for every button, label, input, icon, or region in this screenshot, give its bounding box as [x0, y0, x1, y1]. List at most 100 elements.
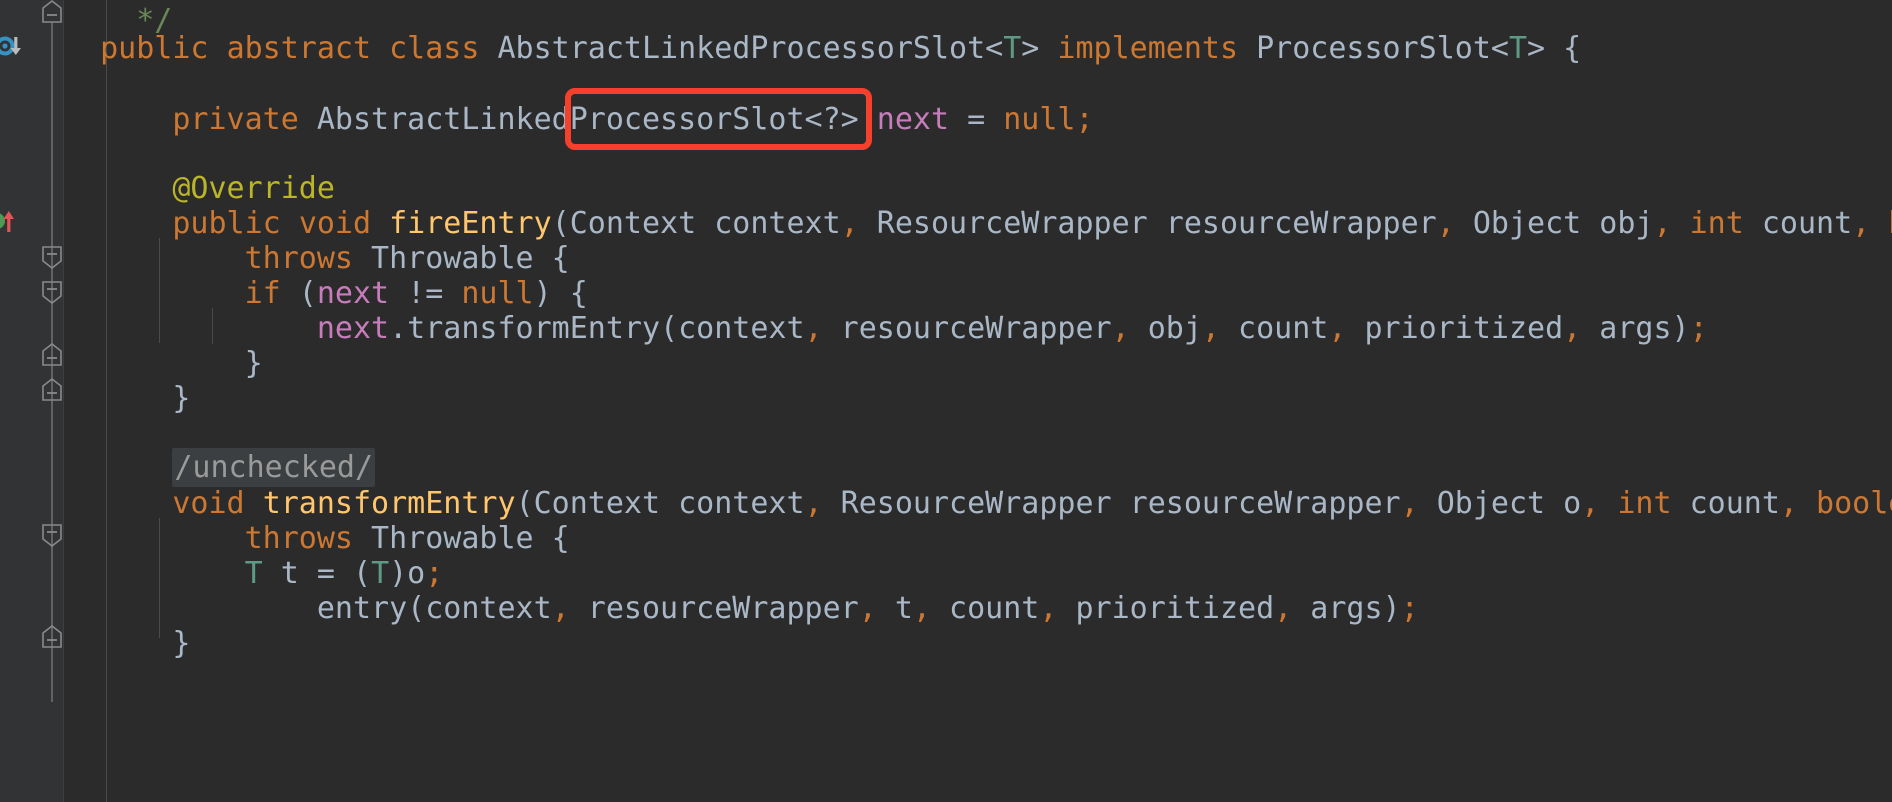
fold-end-icon-method[interactable]: [41, 378, 63, 404]
code-token: ,: [1328, 311, 1347, 346]
code-token: }: [64, 626, 191, 661]
code-token: null: [461, 276, 534, 311]
code-token: resourceWrapper: [569, 591, 859, 626]
code-token: public: [172, 206, 281, 241]
code-token: > {: [1527, 31, 1582, 66]
code-token: Object o: [1418, 486, 1582, 521]
code-token: null: [1003, 102, 1076, 137]
code-token: ,: [1779, 486, 1798, 521]
green-circle-up-arrow-icon[interactable]: [0, 199, 21, 233]
code-token: int: [1617, 486, 1672, 521]
code-token: }: [64, 381, 191, 416]
code-token: ,: [1436, 206, 1455, 241]
code-token: prioritized: [1057, 591, 1275, 626]
code-token: !=: [389, 276, 462, 311]
code-token: entry(context: [64, 591, 552, 626]
code-token: T: [371, 556, 390, 591]
code-token: ,: [1111, 311, 1130, 346]
code-token: AbstractLinkedProcessorSlot<?>: [298, 102, 877, 137]
code-token: resourceWrapper: [822, 311, 1112, 346]
code-line[interactable]: entry(context, resourceWrapper, t, count…: [64, 588, 1419, 629]
code-token: ) {: [533, 276, 588, 311]
code-token: ,: [1201, 311, 1220, 346]
code-token: boolean: [1888, 206, 1892, 241]
code-line[interactable]: next.transformEntry(context, resourceWra…: [64, 308, 1708, 349]
code-editor-window: */ public abstract class AbstractLinkedP…: [0, 0, 1892, 802]
code-token: count: [1743, 206, 1853, 241]
blue-circle-down-arrow-icon[interactable]: [0, 29, 27, 63]
fold-end-icon-javadoc[interactable]: [41, 0, 63, 26]
code-token: Object obj: [1454, 206, 1654, 241]
code-token: .transformEntry(context: [389, 311, 805, 346]
code-token: ;: [1075, 102, 1094, 137]
code-token: fireEntry: [389, 206, 552, 241]
code-token: throws: [244, 241, 353, 276]
code-token: abstract: [226, 31, 372, 66]
code-token: ,: [1400, 486, 1419, 521]
code-token: prioritized: [1346, 311, 1564, 346]
code-token: AbstractLinkedProcessorSlot<: [479, 31, 1004, 66]
fold-end-icon-if-block[interactable]: [41, 343, 63, 369]
code-token: args): [1581, 311, 1690, 346]
code-token: ;: [1400, 591, 1419, 626]
code-token: throws: [244, 521, 353, 556]
code-token: ,: [912, 591, 931, 626]
code-token: public: [100, 31, 209, 66]
code-token: ,: [858, 591, 877, 626]
code-token: (: [280, 276, 317, 311]
code-token: ,: [1039, 591, 1058, 626]
code-token: void: [298, 206, 372, 241]
code-line[interactable]: public abstract class AbstractLinkedProc…: [64, 28, 1581, 69]
code-token: void: [172, 486, 245, 521]
code-token: /unchecked/: [172, 448, 376, 487]
code-line[interactable]: }: [64, 378, 190, 419]
fold-collapse-icon-if-block[interactable]: [41, 243, 63, 269]
fold-collapse-icon-transform-body[interactable]: [41, 521, 63, 547]
code-token: class: [389, 31, 480, 66]
code-token: next: [316, 276, 390, 311]
code-token: boolean: [1816, 486, 1892, 521]
code-token: transformEntry: [262, 486, 516, 521]
code-token: t: [876, 591, 913, 626]
editor-gutter[interactable]: [0, 0, 64, 802]
code-token: ,: [551, 591, 570, 626]
code-token: ;: [425, 556, 444, 591]
code-line[interactable]: /unchecked/: [64, 447, 376, 488]
code-token: ,: [1581, 486, 1600, 521]
code-token: count: [930, 591, 1040, 626]
code-token: }: [64, 346, 263, 381]
fold-end-icon-transform[interactable]: [41, 625, 63, 651]
code-token: T: [1508, 31, 1528, 66]
code-token: ResourceWrapper resourceWrapper: [858, 206, 1437, 241]
code-line[interactable]: private AbstractLinkedProcessorSlot<?> n…: [64, 99, 1094, 140]
code-token: ,: [840, 206, 859, 241]
editor-text-area[interactable]: */ public abstract class AbstractLinkedP…: [64, 0, 1892, 802]
code-token: ResourceWrapper resourceWrapper: [822, 486, 1401, 521]
code-token: ProcessorSlot<: [1238, 31, 1509, 66]
code-token: >: [1021, 31, 1058, 66]
code-token: ,: [1274, 591, 1293, 626]
code-token: (Context context: [515, 486, 805, 521]
code-token: if: [244, 276, 281, 311]
code-line[interactable]: }: [64, 623, 190, 664]
fold-collapse-icon-method-body[interactable]: [41, 278, 63, 304]
code-token: int: [1689, 206, 1744, 241]
